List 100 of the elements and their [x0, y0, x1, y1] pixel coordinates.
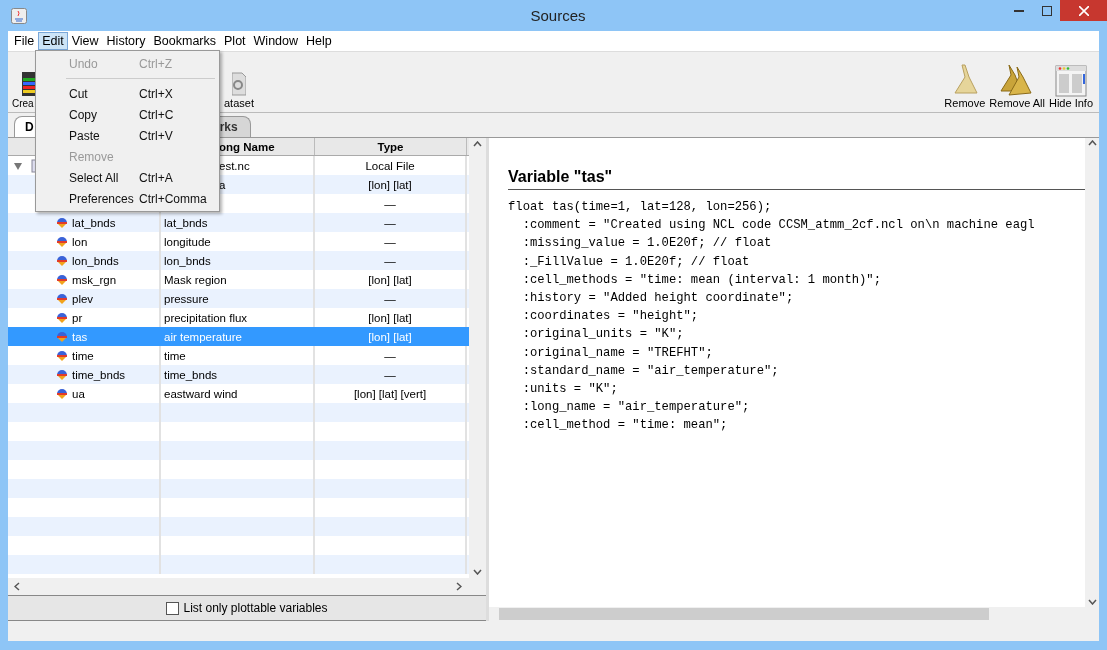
table-cell: lon [72, 235, 88, 248]
info-title: Variable "tas" [508, 168, 1085, 190]
code-line: float tas(time=1, lat=128, lon=256); [508, 199, 773, 216]
table-cell: [lon] [lat] [vert] [353, 387, 427, 400]
table-cell: precipitation flux [164, 311, 248, 324]
code-line: :original_units = "K"; [521, 326, 685, 344]
table-cell: [lon] [lat] [368, 330, 412, 343]
close-button[interactable] [1060, 0, 1107, 21]
table-cell: time_bnds [164, 368, 218, 381]
table-cell: — [384, 292, 396, 305]
menu-item[interactable]: Plot [220, 32, 250, 50]
code-line: :units = "K"; [521, 381, 619, 399]
menu-item[interactable]: Window [249, 32, 303, 50]
code-line: :standard_name = "air_temperature"; [521, 362, 780, 380]
checkbox[interactable] [166, 601, 180, 615]
code-line: :original_name = "TREFHT"; [521, 344, 714, 362]
table-row[interactable]: time_bnds time_bnds — [8, 365, 469, 384]
table-row[interactable]: lat_bnds lat_bnds — [8, 213, 469, 232]
toolbar-button[interactable]: Hide Info [1048, 65, 1093, 109]
code-line: :long_name = "air_temperature"; [521, 399, 751, 417]
variable-icon [56, 349, 68, 362]
close-icon [1078, 5, 1089, 16]
horizontal-scrollbar[interactable] [489, 607, 1099, 621]
vertical-scrollbar[interactable] [1085, 138, 1099, 607]
code-line: :cell_methods = "time: mean (interval: 1 month)"; [521, 271, 882, 289]
code-line: :comment = "Created using NCL code CCSM_atmm_2cf.ncl on\n machine eagl [521, 217, 1036, 235]
code-line: :coordinates = "height"; [521, 308, 700, 326]
table-cell: — [384, 235, 396, 248]
variable-icon [56, 235, 68, 248]
menu-item[interactable]: Help [302, 32, 336, 50]
table-cell: — [384, 216, 396, 229]
table-cell: — [384, 254, 396, 267]
tool-label: Crea [12, 98, 34, 109]
table-cell: time [164, 349, 186, 362]
table-cell: lat_bnds [72, 216, 116, 229]
menu-item[interactable]: View [67, 32, 103, 50]
expand-toggle-icon[interactable] [13, 160, 23, 171]
variable-icon [56, 292, 68, 305]
scroll-left-icon[interactable] [14, 582, 20, 591]
menu-item[interactable]: History [102, 32, 150, 50]
table-cell: pressure [164, 292, 209, 305]
menu-option[interactable]: Cut Ctrl+X [36, 83, 219, 104]
table-cell: longitude [164, 235, 211, 248]
table-cell: pr [72, 311, 83, 324]
table-cell: eastward wind [164, 387, 238, 400]
scroll-right-icon[interactable] [456, 582, 462, 591]
table-cell: ua [72, 387, 85, 400]
table-cell: plev [72, 292, 94, 305]
variable-icon [56, 216, 68, 229]
tool-label: Remove All [989, 97, 1045, 109]
column-header[interactable]: Type [315, 138, 467, 155]
code-line: :cell_method = "time: mean"; [521, 417, 729, 435]
table-cell: est.nc [219, 159, 250, 172]
menu-item[interactable]: Bookmarks [149, 32, 220, 50]
scroll-down-icon[interactable] [1087, 599, 1097, 605]
scroll-up-icon[interactable] [1087, 140, 1097, 146]
code-line: :missing_value = 1.0E20f; // float [521, 235, 773, 253]
variable-icon [56, 254, 68, 267]
table-cell: air temperature [164, 330, 242, 343]
table-cell: — [384, 368, 396, 381]
minimize-icon [1013, 9, 1024, 12]
table-cell: Local File [365, 159, 415, 172]
variable-icon [56, 311, 68, 324]
table-cell: lon_bnds [164, 254, 211, 267]
app-icon [11, 7, 27, 24]
table-cell: tas [72, 330, 88, 343]
maximize-icon [1041, 5, 1052, 16]
window-title: Sources [530, 7, 586, 24]
table-row[interactable]: plev pressure — [8, 289, 469, 308]
window-icon [1055, 65, 1087, 97]
tool-label: ataset [224, 97, 254, 109]
table-cell: msk_rgn [72, 273, 117, 286]
table-cell: [lon] [lat] [368, 178, 412, 191]
dataset-tool[interactable]: ataset [224, 67, 254, 109]
table-cell: time [72, 349, 94, 362]
table-cell: [lon] [lat] [368, 273, 412, 286]
table-cell: lon_bnds [72, 254, 119, 267]
code-line: :_FillValue = 1.0E20f; // float [521, 253, 751, 271]
toolbar-button[interactable]: Remove All [989, 63, 1045, 109]
variable-icon [56, 273, 68, 286]
table-row[interactable]: lon_bnds lon_bnds — [8, 251, 469, 270]
vertical-scrollbar[interactable] [469, 138, 486, 578]
menu-item[interactable]: Edit [38, 32, 68, 50]
variable-icon [56, 368, 68, 381]
table-cell: — [384, 349, 396, 362]
scroll-down-icon[interactable] [473, 569, 482, 575]
tool-label: Remove [944, 97, 986, 109]
variable-icon [56, 330, 68, 343]
table-cell: — [384, 197, 396, 210]
tool-label: Hide Info [1048, 97, 1093, 109]
code-line: :history = "Added height coordinate"; [521, 290, 795, 307]
checkbox-label: List only plottable variables [183, 601, 328, 615]
menu-item[interactable]: File [10, 32, 39, 50]
table-cell: lat_bnds [164, 216, 208, 229]
table-cell: time_bnds [72, 368, 126, 381]
scroll-up-icon[interactable] [473, 141, 482, 147]
toolbar-button[interactable]: Remove [944, 63, 986, 109]
table-cell: a [219, 178, 226, 191]
table-cell: [lon] [lat] [368, 311, 412, 324]
variable-icon [56, 387, 68, 400]
